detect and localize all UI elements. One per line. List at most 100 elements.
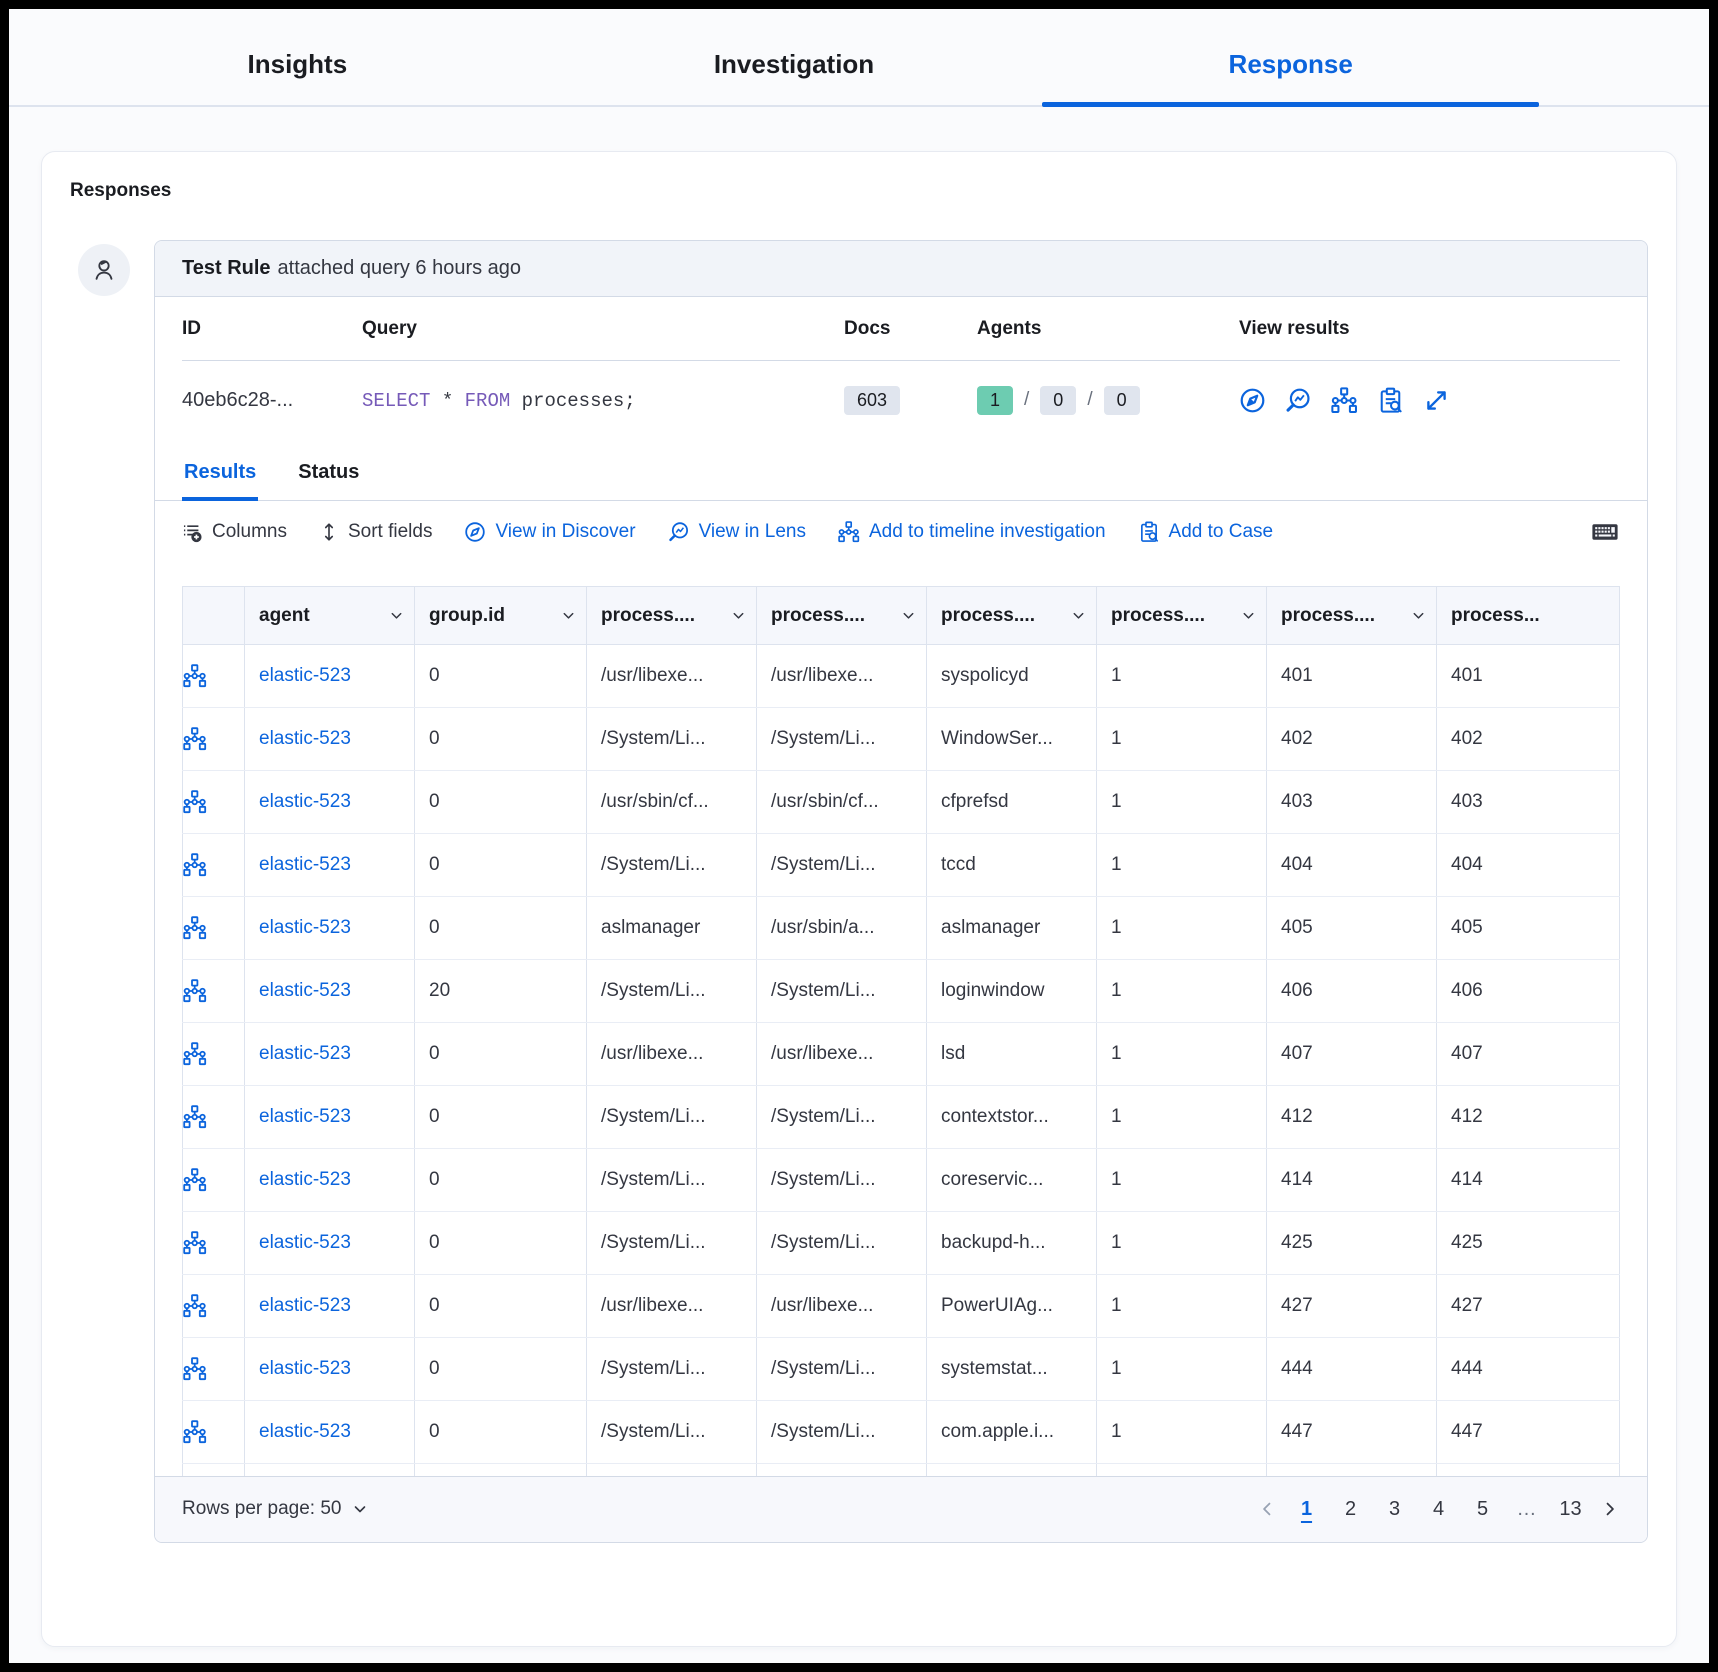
page-button-1[interactable]: 1 xyxy=(1289,1494,1324,1525)
agent-link[interactable]: elastic-523 xyxy=(259,1169,351,1190)
column-header-1[interactable]: group.id xyxy=(415,587,587,645)
analyze-event-icon[interactable] xyxy=(183,1275,245,1338)
add-to-timeline-button[interactable]: Add to timeline investigation xyxy=(838,521,1106,543)
analyze-event-icon[interactable] xyxy=(183,645,245,708)
grid-cell: 0 xyxy=(415,1086,587,1149)
agent-link[interactable]: elastic-523 xyxy=(259,1106,351,1127)
grid-cell: 1 xyxy=(1097,897,1267,960)
analyze-event-icon[interactable] xyxy=(183,771,245,834)
agent-link[interactable]: elastic-523 xyxy=(259,854,351,875)
grid-cell: 0 xyxy=(415,708,587,771)
agent-link[interactable]: elastic-523 xyxy=(259,791,351,812)
agent-link[interactable]: elastic-523 xyxy=(259,1421,351,1442)
grid-cell: /System/Li... xyxy=(587,708,757,771)
case-icon[interactable] xyxy=(1377,387,1404,414)
page-button-3[interactable]: 3 xyxy=(1377,1494,1412,1525)
analyze-event-icon[interactable] xyxy=(183,1212,245,1275)
column-header-5[interactable]: process.... xyxy=(1097,587,1267,645)
grid-cell: 1 xyxy=(1097,1275,1267,1338)
sort-fields-button[interactable]: Sort fields xyxy=(319,521,432,543)
grid-cell: 405 xyxy=(1437,897,1620,960)
analyze-event-icon[interactable] xyxy=(183,960,245,1023)
tab-investigation[interactable]: Investigation xyxy=(546,9,1043,105)
col-header-query: Query xyxy=(362,318,844,340)
comment-action-text: attached query 6 hours ago xyxy=(278,257,522,279)
column-header-6[interactable]: process.... xyxy=(1267,587,1437,645)
grid-cell: /System/Li... xyxy=(587,1212,757,1275)
analyze-event-icon[interactable] xyxy=(183,1086,245,1149)
grid-cell: elastic-523 xyxy=(245,960,415,1023)
grid-cell: 412 xyxy=(1437,1086,1620,1149)
discover-icon xyxy=(464,521,486,543)
column-header-4[interactable]: process.... xyxy=(927,587,1097,645)
page-button-5[interactable]: 5 xyxy=(1465,1494,1500,1525)
previous-page-button[interactable] xyxy=(1254,1500,1280,1518)
grid-cell: lsd xyxy=(927,1023,1097,1086)
grid-cell: /usr/libexe... xyxy=(587,1275,757,1338)
discover-icon[interactable] xyxy=(1239,387,1266,414)
grid-cell: 1 xyxy=(1097,771,1267,834)
grid-cell: 427 xyxy=(1437,1275,1620,1338)
table-row: elastic-5230/System/Li.../System/Li...Wi… xyxy=(183,708,1620,771)
agent-link[interactable]: elastic-523 xyxy=(259,980,351,1001)
add-to-timeline-label: Add to timeline investigation xyxy=(869,521,1106,543)
grid-cell: 1 xyxy=(1097,708,1267,771)
page-button-13[interactable]: 13 xyxy=(1553,1494,1588,1525)
analyze-event-icon[interactable] xyxy=(183,708,245,771)
next-page-button[interactable] xyxy=(1597,1500,1623,1518)
lens-icon[interactable] xyxy=(1285,387,1312,414)
agent-link[interactable]: elastic-523 xyxy=(259,1043,351,1064)
column-header-7[interactable]: process... xyxy=(1437,587,1620,645)
agent-link[interactable]: elastic-523 xyxy=(259,728,351,749)
grid-cell: /System/Li... xyxy=(757,708,927,771)
column-header-3[interactable]: process.... xyxy=(757,587,927,645)
column-header-2[interactable]: process.... xyxy=(587,587,757,645)
grid-cell: 414 xyxy=(1267,1149,1437,1212)
expand-icon[interactable] xyxy=(1423,387,1450,414)
col-header-agents: Agents xyxy=(977,318,1239,340)
agent-link[interactable]: elastic-523 xyxy=(259,1232,351,1253)
page-button-4[interactable]: 4 xyxy=(1421,1494,1456,1525)
grid-cell: 0 xyxy=(415,1212,587,1275)
analyze-event-icon[interactable] xyxy=(183,1338,245,1401)
grid-cell: /System/Li... xyxy=(757,834,927,897)
tab-results[interactable]: Results xyxy=(182,445,258,501)
agent-link[interactable]: elastic-523 xyxy=(259,917,351,938)
grid-cell: aslmanager xyxy=(587,897,757,960)
chevron-down-icon xyxy=(1411,608,1426,623)
tab-response[interactable]: Response xyxy=(1042,9,1539,105)
keyboard-shortcuts-button[interactable] xyxy=(1590,518,1620,546)
column-header-0[interactable]: agent xyxy=(245,587,415,645)
grid-cell: 407 xyxy=(1267,1023,1437,1086)
app-window: Insights Investigation Response Response… xyxy=(0,0,1718,1672)
grid-cell: /usr/sbin/a... xyxy=(757,897,927,960)
page-button-2[interactable]: 2 xyxy=(1333,1494,1368,1525)
tab-status[interactable]: Status xyxy=(296,445,361,500)
grid-cell: elastic-523 xyxy=(245,708,415,771)
user-icon xyxy=(90,256,118,284)
agent-link[interactable]: elastic-523 xyxy=(259,1295,351,1316)
query-id: 40eb6c28-... xyxy=(182,389,362,412)
analyze-event-icon[interactable] xyxy=(183,1023,245,1086)
column-header-label: process.... xyxy=(771,605,865,627)
view-in-lens-button[interactable]: View in Lens xyxy=(668,521,806,543)
analyze-event-icon[interactable] xyxy=(183,897,245,960)
grid-cell: /System/Li... xyxy=(587,1149,757,1212)
column-header-label: process.... xyxy=(601,605,695,627)
grid-cell: elastic-523 xyxy=(245,897,415,960)
view-in-discover-button[interactable]: View in Discover xyxy=(464,521,635,543)
analyze-event-icon[interactable] xyxy=(183,834,245,897)
agents-successful-badge: 1 xyxy=(977,386,1013,415)
timeline-icon[interactable] xyxy=(1331,387,1358,414)
add-to-case-button[interactable]: Add to Case xyxy=(1138,521,1274,543)
analyze-event-icon[interactable] xyxy=(183,1149,245,1212)
columns-button[interactable]: Columns xyxy=(182,521,287,543)
tab-insights[interactable]: Insights xyxy=(49,9,546,105)
analyze-event-icon[interactable] xyxy=(183,1401,245,1464)
grid-cell: tccd xyxy=(927,834,1097,897)
agent-link[interactable]: elastic-523 xyxy=(259,665,351,686)
agent-link[interactable]: elastic-523 xyxy=(259,1358,351,1379)
grid-cell: aslmanager xyxy=(927,897,1097,960)
grid-cell: 405 xyxy=(1267,897,1437,960)
rows-per-page-dropdown[interactable]: Rows per page: 50 xyxy=(182,1498,368,1520)
